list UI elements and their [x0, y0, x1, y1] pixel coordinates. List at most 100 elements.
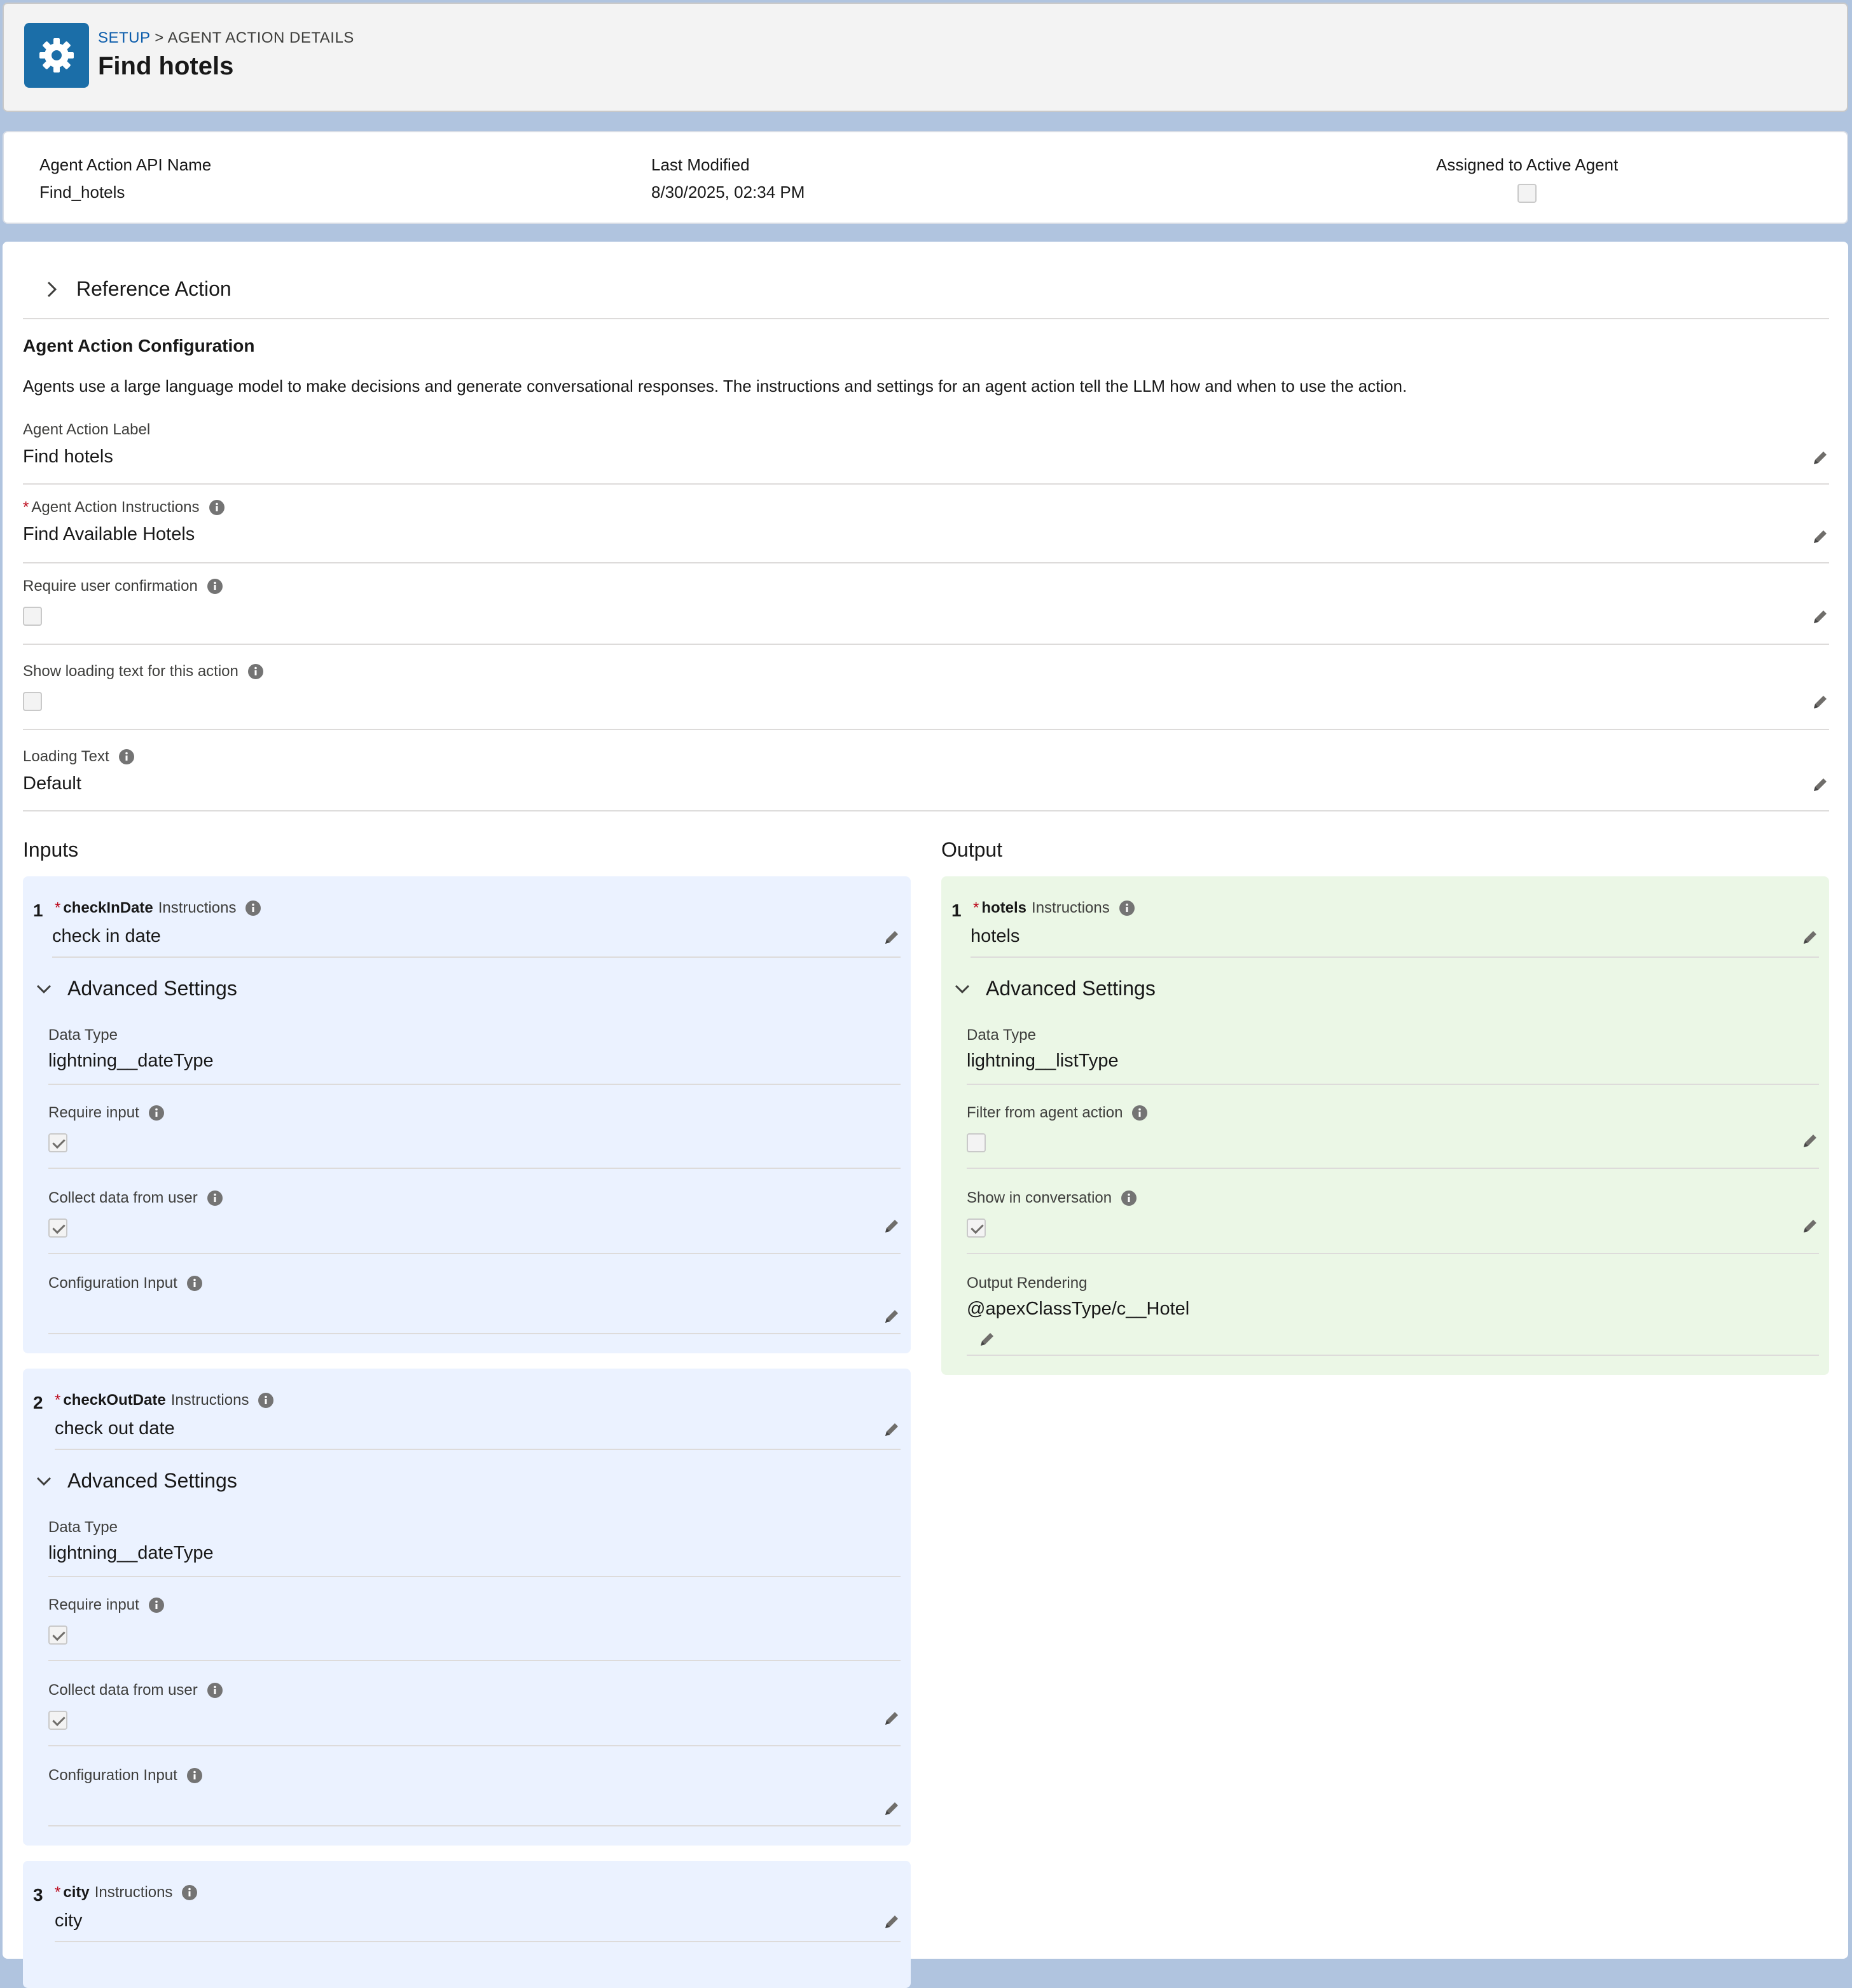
configuration-input-field: Configuration Input [48, 1274, 901, 1334]
collect-data-checkbox[interactable] [48, 1218, 67, 1238]
info-icon[interactable] [181, 1884, 198, 1901]
field-value: lightning__dateType [48, 1543, 214, 1563]
field-value: hotels [971, 926, 1020, 946]
field-label-row: Configuration Input [48, 1767, 901, 1784]
advanced-settings-toggle[interactable]: Advanced Settings [34, 1469, 237, 1493]
require-input-checkbox [48, 1626, 67, 1645]
required-asterisk: * [23, 499, 29, 516]
info-icon[interactable] [245, 900, 261, 916]
field-value: check out date [55, 1418, 175, 1439]
api-name-value: Find_hotels [39, 183, 125, 202]
require-confirmation-field: Require user confirmation [23, 577, 1829, 645]
output-number: 1 [951, 901, 962, 920]
field-value: lightning__listType [967, 1051, 1119, 1071]
edit-pencil-icon[interactable] [1811, 776, 1829, 794]
collect-data-field: Collect data from user [48, 1681, 901, 1746]
input-number: 1 [33, 901, 43, 920]
show-in-conversation-field: Show in conversation [967, 1189, 1819, 1254]
detail-panel: Reference Action Agent Action Configurat… [3, 242, 1848, 1988]
field-label: Show in conversation [967, 1189, 1112, 1206]
last-modified-value: 8/30/2025, 02:34 PM [651, 183, 805, 202]
reference-action-toggle[interactable]: Reference Action [41, 277, 232, 301]
info-icon[interactable] [258, 1392, 274, 1409]
edit-pencil-icon[interactable] [1811, 528, 1829, 546]
edit-pencil-icon[interactable] [883, 928, 901, 946]
edit-pencil-icon[interactable] [978, 1330, 996, 1348]
input-instructions-field: check in date [52, 926, 901, 958]
advanced-settings-label: Advanced Settings [986, 977, 1156, 1000]
info-icon[interactable] [207, 1190, 223, 1206]
breadcrumb-current: AGENT ACTION DETAILS [167, 29, 354, 46]
edit-pencil-icon[interactable] [883, 1217, 901, 1235]
require-input-checkbox [48, 1133, 67, 1152]
field-value: city [55, 1910, 83, 1931]
field-label: Loading Text [23, 748, 109, 765]
highlights-panel: Agent Action API Name Find_hotels Last M… [3, 131, 1848, 224]
info-icon[interactable] [1131, 1105, 1148, 1121]
info-icon[interactable] [148, 1105, 165, 1121]
info-icon[interactable] [186, 1767, 203, 1784]
required-asterisk: * [55, 1884, 61, 1901]
edit-pencil-icon[interactable] [1811, 449, 1829, 467]
edit-pencil-icon[interactable] [1801, 928, 1819, 946]
field-label: Collect data from user [48, 1681, 198, 1699]
advanced-settings-toggle[interactable]: Advanced Settings [953, 977, 1156, 1000]
input-panel-check-out-date: 2 * checkOutDate Instructions check out … [23, 1369, 911, 1846]
show-in-conversation-checkbox[interactable] [967, 1218, 986, 1238]
assigned-checkbox [1517, 184, 1537, 203]
field-label-row: Configuration Input [48, 1274, 901, 1292]
info-icon[interactable] [186, 1275, 203, 1292]
field-label: Configuration Input [48, 1274, 177, 1292]
edit-pencil-icon[interactable] [883, 1709, 901, 1727]
collect-data-checkbox[interactable] [48, 1711, 67, 1730]
edit-pencil-icon[interactable] [883, 1421, 901, 1439]
data-type-field: Data Type lightning__dateType [48, 1519, 901, 1577]
field-label: Agent Action Instructions [31, 499, 200, 516]
input-name: city [63, 1884, 90, 1901]
field-value: check in date [52, 926, 161, 946]
agent-action-instructions-field: * Agent Action Instructions Find Availab… [23, 499, 1829, 563]
instructions-label: Instructions [1032, 899, 1110, 916]
output-heading: Output [941, 838, 1003, 861]
info-icon[interactable] [148, 1597, 165, 1613]
edit-pencil-icon[interactable] [883, 1913, 901, 1931]
info-icon[interactable] [209, 499, 225, 516]
breadcrumb-setup-link[interactable]: SETUP [98, 29, 150, 46]
require-confirmation-checkbox[interactable] [23, 607, 42, 626]
input-number: 2 [33, 1393, 43, 1412]
filter-from-agent-action-field: Filter from agent action [967, 1104, 1819, 1169]
breadcrumb-separator: > [155, 29, 164, 46]
info-icon[interactable] [1119, 900, 1135, 916]
show-loading-text-checkbox[interactable] [23, 692, 42, 711]
edit-pencil-icon[interactable] [1811, 608, 1829, 626]
field-label-row: Require input [48, 1104, 901, 1122]
required-asterisk: * [55, 899, 61, 916]
input-panel-check-in-date: 1 * checkInDate Instructions check in da… [23, 876, 911, 1353]
info-icon[interactable] [207, 578, 223, 595]
input-title-row: * checkInDate Instructions [55, 899, 261, 917]
agent-action-label-field: Agent Action Label Find hotels [23, 421, 1829, 485]
info-icon[interactable] [1121, 1190, 1137, 1206]
last-modified-field: Last Modified 8/30/2025, 02:34 PM [651, 155, 805, 202]
page-header: SETUP > AGENT ACTION DETAILS Find hotels [3, 3, 1848, 112]
assigned-active-agent-field: Assigned to Active Agent [1436, 155, 1618, 203]
input-instructions-field: city [55, 1910, 901, 1942]
background-band [0, 113, 1852, 132]
advanced-settings-toggle[interactable]: Advanced Settings [34, 977, 237, 1000]
edit-pencil-icon[interactable] [883, 1308, 901, 1325]
info-icon[interactable] [207, 1682, 223, 1699]
info-icon[interactable] [118, 749, 135, 765]
show-loading-text-field: Show loading text for this action [23, 663, 1829, 730]
input-panel-city: 3 * city Instructions city [23, 1861, 911, 1988]
edit-pencil-icon[interactable] [1801, 1217, 1819, 1235]
edit-pencil-icon[interactable] [1811, 693, 1829, 711]
field-label: Require user confirmation [23, 577, 198, 595]
info-icon[interactable] [247, 663, 264, 680]
loading-text-field: Loading Text Default [23, 748, 1829, 811]
edit-pencil-icon[interactable] [1801, 1132, 1819, 1150]
assigned-label: Assigned to Active Agent [1436, 155, 1619, 174]
reference-action-label: Reference Action [76, 277, 232, 300]
field-value: Find Available Hotels [23, 524, 195, 544]
edit-pencil-icon[interactable] [883, 1800, 901, 1818]
filter-from-agent-action-checkbox[interactable] [967, 1133, 986, 1152]
